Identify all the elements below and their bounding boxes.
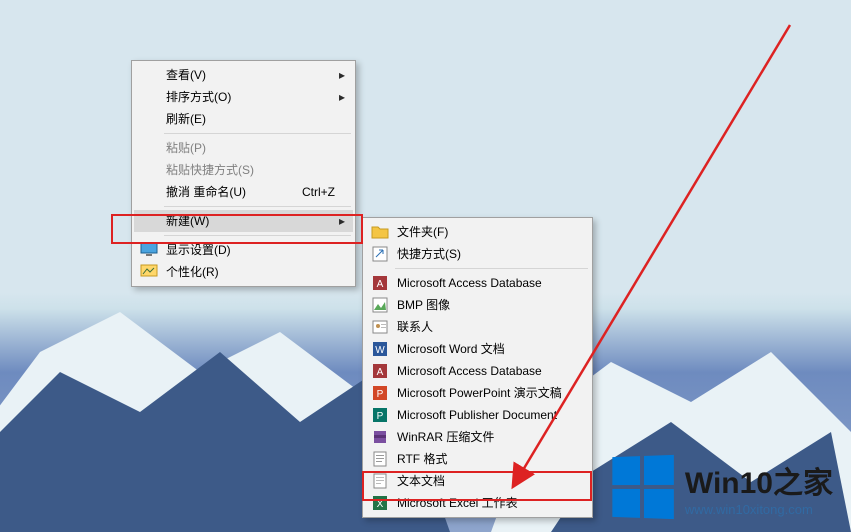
menu-paste-shortcut: 粘贴快捷方式(S) [134, 159, 353, 181]
menu-sort[interactable]: 排序方式(O) ▸ [134, 86, 353, 108]
menu-label: Microsoft Access Database [397, 364, 542, 378]
annotation-box-text [362, 471, 592, 501]
menu-label: 撤消 重命名(U) [166, 185, 246, 199]
menu-label: 文件夹(F) [397, 225, 448, 239]
contact-icon [371, 318, 389, 336]
menu-label: 快捷方式(S) [397, 247, 461, 261]
annotation-box-new [111, 214, 363, 244]
menu-label: Microsoft Access Database [397, 276, 542, 290]
svg-text:P: P [377, 389, 384, 400]
new-folder[interactable]: 文件夹(F) [365, 221, 590, 243]
menu-label: BMP 图像 [397, 298, 450, 312]
menu-personalize[interactable]: 个性化(R) [134, 261, 353, 283]
separator [164, 206, 351, 207]
new-access-db-2[interactable]: A Microsoft Access Database [365, 360, 590, 382]
access-icon: A [371, 362, 389, 380]
powerpoint-icon: P [371, 384, 389, 402]
rtf-icon [371, 450, 389, 468]
svg-text:P: P [377, 411, 384, 422]
new-access-db[interactable]: A Microsoft Access Database [365, 272, 590, 294]
menu-label: 刷新(E) [166, 112, 206, 126]
svg-text:W: W [375, 345, 385, 356]
menu-undo-rename[interactable]: 撤消 重命名(U) Ctrl+Z [134, 181, 353, 203]
chevron-right-icon: ▸ [339, 64, 345, 86]
folder-icon [371, 223, 389, 241]
new-shortcut[interactable]: 快捷方式(S) [365, 243, 590, 265]
menu-label: Microsoft Word 文档 [397, 342, 505, 356]
chevron-right-icon: ▸ [339, 86, 345, 108]
menu-label: RTF 格式 [397, 452, 447, 466]
new-contact[interactable]: 联系人 [365, 316, 590, 338]
menu-label: Microsoft PowerPoint 演示文稿 [397, 386, 562, 400]
shortcut-icon [371, 245, 389, 263]
brand-title: Win10之家 [685, 458, 833, 502]
new-rtf[interactable]: RTF 格式 [365, 448, 590, 470]
winrar-icon [371, 428, 389, 446]
menu-label: 显示设置(D) [166, 243, 231, 257]
access-icon: A [371, 274, 389, 292]
separator [395, 268, 588, 269]
menu-view[interactable]: 查看(V) ▸ [134, 64, 353, 86]
new-publisher[interactable]: P Microsoft Publisher Document [365, 404, 590, 426]
svg-text:A: A [377, 367, 384, 378]
menu-refresh[interactable]: 刷新(E) [134, 108, 353, 130]
brand-url: www.win10xitong.com [685, 502, 833, 517]
new-winrar[interactable]: WinRAR 压缩文件 [365, 426, 590, 448]
menu-label: Microsoft Publisher Document [397, 408, 557, 422]
menu-label: 粘贴快捷方式(S) [166, 163, 254, 177]
menu-label: 个性化(R) [166, 265, 219, 279]
publisher-icon: P [371, 406, 389, 424]
menu-paste: 粘贴(P) [134, 137, 353, 159]
menu-label: 粘贴(P) [166, 141, 206, 155]
menu-label: 联系人 [397, 320, 433, 334]
brand-watermark: Win10之家 www.win10xitong.com [611, 456, 833, 518]
menu-label: 查看(V) [166, 68, 206, 82]
separator [164, 133, 351, 134]
desktop-context-menu: 查看(V) ▸ 排序方式(O) ▸ 刷新(E) 粘贴(P) 粘贴快捷方式(S) 撤消… [131, 60, 356, 287]
new-word[interactable]: W Microsoft Word 文档 [365, 338, 590, 360]
svg-text:A: A [377, 279, 384, 290]
word-icon: W [371, 340, 389, 358]
windows-logo-icon [612, 455, 673, 519]
personalize-icon [140, 263, 158, 281]
menu-shortcut: Ctrl+Z [302, 181, 335, 203]
bmp-icon [371, 296, 389, 314]
new-powerpoint[interactable]: P Microsoft PowerPoint 演示文稿 [365, 382, 590, 404]
new-bmp[interactable]: BMP 图像 [365, 294, 590, 316]
menu-label: 排序方式(O) [166, 90, 231, 104]
menu-label: WinRAR 压缩文件 [397, 430, 494, 444]
